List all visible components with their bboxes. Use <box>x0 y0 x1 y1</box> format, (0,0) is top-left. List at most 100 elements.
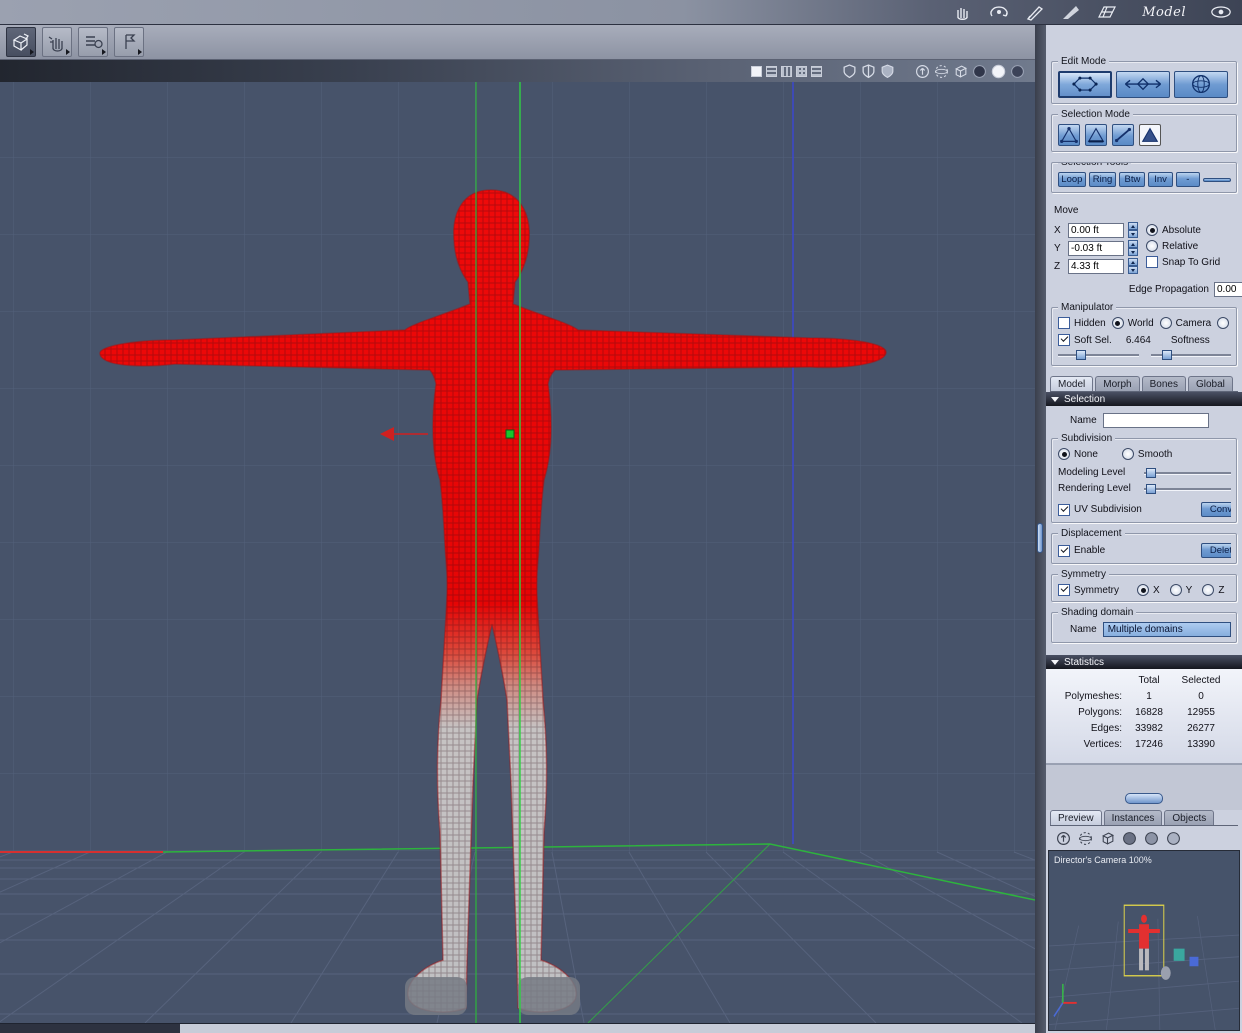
statistics-header-row: Total Selected <box>1050 673 1240 689</box>
table-row: Edges: 33982 26277 <box>1090 723 1215 734</box>
move-block: X Y Z Absolute Relative Snap To <box>1054 222 1242 274</box>
splitter-grip-handle[interactable] <box>1037 523 1043 553</box>
tab-preview[interactable]: Preview <box>1050 810 1102 825</box>
tab-objects[interactable]: Objects <box>1164 810 1215 825</box>
z-position-input[interactable] <box>1068 258 1124 274</box>
eye-icon[interactable] <box>1210 3 1232 21</box>
soft-selection-slider[interactable] <box>1058 349 1139 360</box>
invert-button[interactable]: Inv <box>1148 172 1173 187</box>
wire-cube-icon[interactable] <box>953 64 968 79</box>
push-hand-tool[interactable] <box>42 27 72 57</box>
selection-name-input[interactable] <box>1102 413 1209 428</box>
selected-column-header: Selected <box>1181 675 1221 686</box>
tab-model[interactable]: Model <box>1050 376 1094 391</box>
sphere-mid-icon[interactable] <box>1010 64 1025 79</box>
symmetry-z-radio[interactable]: Z <box>1202 584 1224 596</box>
edit-mode-vertex-button[interactable] <box>1058 71 1112 98</box>
uv-subdivision-checkbox[interactable]: UV Subdivision <box>1058 503 1142 516</box>
shading-domain-dropdown[interactable]: Multiple domains <box>1102 622 1231 637</box>
move-object-tool[interactable] <box>6 27 36 57</box>
x-position-input[interactable] <box>1068 222 1124 238</box>
shield-flat-icon[interactable] <box>842 63 857 79</box>
tab-bones[interactable]: Bones <box>1141 376 1186 391</box>
y-spinner[interactable] <box>1128 240 1138 256</box>
absolute-radio[interactable]: Absolute <box>1146 224 1220 236</box>
displacement-enable-checkbox[interactable]: Enable <box>1058 544 1105 557</box>
selection-radio[interactable]: Sele <box>1217 317 1231 329</box>
edge-propagation-input[interactable] <box>1214 282 1242 297</box>
panel-splitter-handle[interactable] <box>1125 793 1163 804</box>
x-spinner[interactable] <box>1128 222 1138 238</box>
preview-viewport[interactable]: Director's Camera 100% <box>1048 850 1240 1031</box>
stack-tool[interactable] <box>78 27 108 57</box>
edit-mode-sphere-button[interactable] <box>1174 71 1228 98</box>
rotate-tool-icon[interactable] <box>988 3 1010 21</box>
world-radio[interactable]: World <box>1111 317 1154 329</box>
modeling-level-slider[interactable] <box>1144 467 1231 478</box>
select-line-mode-button[interactable] <box>1112 124 1134 146</box>
rendering-level-slider[interactable] <box>1144 483 1231 494</box>
tab-global[interactable]: Global <box>1187 376 1233 391</box>
tool-dropdown-arrow-icon <box>66 49 70 55</box>
axis-sphere-icon[interactable] <box>1056 831 1071 846</box>
layout-quad-icon[interactable] <box>796 65 807 77</box>
tab-morph[interactable]: Morph <box>1095 376 1140 391</box>
select-edge-mode-button[interactable] <box>1085 124 1107 146</box>
uv-grid-tool-icon[interactable] <box>1096 3 1118 21</box>
y-position-input[interactable] <box>1068 240 1124 256</box>
convert-button[interactable]: Conv <box>1201 502 1231 517</box>
select-point-mode-button[interactable] <box>1058 124 1080 146</box>
sphere-dark-icon[interactable] <box>972 64 987 79</box>
shield-filled-icon[interactable] <box>880 63 895 79</box>
axis-sphere-icon[interactable] <box>915 64 930 79</box>
tab-instances[interactable]: Instances <box>1103 810 1163 825</box>
layout-split-v-icon[interactable] <box>781 65 792 77</box>
ring-button[interactable]: Ring <box>1088 172 1117 187</box>
center-handle-icon <box>505 429 515 439</box>
symmetry-x-radio[interactable]: X <box>1137 584 1160 596</box>
knife-tool-icon[interactable] <box>1060 3 1082 21</box>
symmetry-checkbox[interactable]: Symmetry <box>1058 584 1119 596</box>
viewport-horizontal-scrollbar[interactable] <box>0 1023 1035 1033</box>
pen-tool-icon[interactable] <box>1024 3 1046 21</box>
wire-cube-icon[interactable] <box>1100 831 1115 846</box>
softness-slider[interactable] <box>1150 349 1232 360</box>
minus-button[interactable]: - <box>1175 172 1200 187</box>
loop-button[interactable]: Loop <box>1058 172 1086 187</box>
snap-to-grid-checkbox[interactable]: Snap To Grid <box>1146 256 1220 268</box>
selection-name-row: Name <box>1070 413 1236 428</box>
axis-flag-tool[interactable] <box>114 27 144 57</box>
dashed-sphere-icon[interactable] <box>1078 831 1093 846</box>
viewport-3d[interactable] <box>0 82 1035 1023</box>
hidden-checkbox[interactable]: Hidden <box>1058 317 1106 329</box>
camera-radio[interactable]: Camera <box>1159 317 1211 329</box>
sphere-light-icon[interactable] <box>1166 831 1181 846</box>
hand-tool-icon[interactable] <box>952 3 974 21</box>
shield-split-icon[interactable] <box>861 63 876 79</box>
property-tabs: Model Morph Bones Global <box>1050 376 1238 392</box>
selection-tools-group: Selection Tools Loop Ring Btw Inv - <box>1051 162 1237 193</box>
relative-radio[interactable]: Relative <box>1146 240 1220 252</box>
rendering-level-label: Rendering Level <box>1058 483 1131 494</box>
sphere-dark-icon[interactable] <box>1122 831 1137 846</box>
statistics-section-header[interactable]: Statistics <box>1046 655 1242 669</box>
soft-selection-checkbox[interactable]: Soft Sel. <box>1058 334 1112 346</box>
layout-mixed-icon[interactable] <box>811 65 822 77</box>
select-face-mode-button[interactable] <box>1139 124 1161 146</box>
selection-section-header[interactable]: Selection <box>1046 392 1242 406</box>
subdivision-smooth-radio[interactable]: Smooth <box>1121 448 1172 460</box>
between-button[interactable]: Btw <box>1119 172 1146 187</box>
z-spinner[interactable] <box>1128 258 1138 274</box>
dashed-sphere-icon[interactable] <box>934 64 949 79</box>
layout-split-h-icon[interactable] <box>766 65 777 77</box>
edit-mode-translate-button[interactable] <box>1116 71 1170 98</box>
panel-divider-zone <box>1046 764 1242 810</box>
delete-button[interactable]: Delet <box>1201 543 1231 558</box>
extra-selection-button[interactable] <box>1203 177 1231 182</box>
symmetry-y-radio[interactable]: Y <box>1169 584 1192 596</box>
sphere-light-icon[interactable] <box>991 64 1006 79</box>
panel-splitter[interactable] <box>1035 25 1046 1033</box>
sphere-mid-icon[interactable] <box>1144 831 1159 846</box>
layout-single-icon[interactable] <box>751 65 762 77</box>
subdivision-none-radio[interactable]: None <box>1058 448 1098 460</box>
